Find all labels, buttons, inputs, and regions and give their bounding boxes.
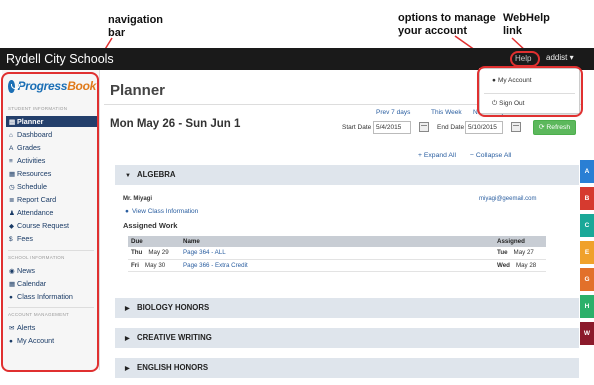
refresh-label: Refresh xyxy=(546,124,571,131)
grade-tab-w[interactable]: W xyxy=(580,322,594,345)
class-name: CREATIVE WRITING xyxy=(137,333,212,342)
callout-text: link xyxy=(503,25,522,37)
assigned-date: May 27 xyxy=(513,249,534,257)
calendar-icon[interactable] xyxy=(419,122,429,132)
column-header-assigned: Assigned xyxy=(494,236,546,247)
callout-text: options to manage xyxy=(398,12,496,24)
class-name: BIOLOGY HONORS xyxy=(137,303,210,312)
callout-navigation-bar: navigation bar xyxy=(108,14,163,40)
annotation-box-navigation xyxy=(1,72,99,372)
class-header-creative-writing[interactable]: ▶ CREATIVE WRITING xyxy=(115,328,579,348)
annotation-box-help xyxy=(510,51,540,67)
column-header-name: Name xyxy=(180,236,494,247)
chevron-down-icon: ▼ xyxy=(125,173,131,179)
page-title: Planner xyxy=(110,82,166,99)
callout-account-options: options to manage your account xyxy=(398,12,496,38)
due-date: May 29 xyxy=(148,249,169,257)
class-header-english-honors[interactable]: ▶ ENGLISH HONORS xyxy=(115,358,579,378)
chevron-right-icon: ▶ xyxy=(125,306,130,312)
annotation-box-account xyxy=(477,66,583,117)
due-cell: Thu May 29 xyxy=(128,247,180,260)
prev-7-days-link[interactable]: Prev 7 days xyxy=(376,109,410,116)
callout-webhelp: WebHelp link xyxy=(503,12,550,38)
expand-all-link[interactable]: + Expand All xyxy=(418,152,456,159)
assigned-day: Tue xyxy=(497,249,508,257)
assignment-link[interactable]: Page 364 - ALL xyxy=(180,247,494,260)
callout-text: bar xyxy=(108,27,126,39)
district-name: Rydell City Schools xyxy=(6,52,114,66)
this-week-link[interactable]: This Week xyxy=(431,109,462,116)
due-cell: Fri May 30 xyxy=(128,259,180,272)
grade-tab-g[interactable]: G xyxy=(580,268,594,291)
account-menu-toggle[interactable]: addist ▾ xyxy=(546,53,574,62)
grade-tab-a[interactable]: A xyxy=(580,160,594,183)
assigned-date: May 28 xyxy=(515,261,537,269)
due-day: Fri xyxy=(131,261,139,269)
grade-tab-e[interactable]: E xyxy=(580,241,594,264)
column-header-due: Due xyxy=(128,236,180,247)
grade-tab-h[interactable]: H xyxy=(580,295,594,318)
grade-tab-c[interactable]: C xyxy=(580,214,594,237)
due-day: Thu xyxy=(131,249,143,257)
date-range: Mon May 26 - Sun Jun 1 xyxy=(110,118,241,130)
callout-text: WebHelp xyxy=(503,12,550,24)
grade-tab-b[interactable]: B xyxy=(580,187,594,210)
view-class-information-link[interactable]: ● View Class Information xyxy=(125,208,198,215)
class-name: ALGEBRA xyxy=(137,170,176,179)
assigned-day: Wed xyxy=(497,261,510,269)
start-date-label: Start Date xyxy=(342,124,372,131)
chevron-right-icon: ▶ xyxy=(125,336,130,342)
callout-text: your account xyxy=(398,25,468,37)
assigned-cell: Wed May 28 xyxy=(494,259,546,272)
class-header-algebra[interactable]: ▼ ALGEBRA xyxy=(115,165,579,185)
assignment-link[interactable]: Page 366 - Extra Credit xyxy=(180,259,494,272)
planner-main: Planner Mon May 26 - Sun Jun 1 Prev 7 da… xyxy=(101,70,584,385)
due-date: May 30 xyxy=(144,261,166,269)
assigned-cell: Tue May 27 xyxy=(494,247,546,260)
assigned-work-table: Due Name Assigned Thu May 29 Page 364 - A… xyxy=(128,236,546,272)
assigned-work-heading: Assigned Work xyxy=(123,221,178,230)
callout-text: navigation xyxy=(108,14,164,26)
calendar-icon[interactable] xyxy=(511,122,521,132)
refresh-button[interactable]: ⟳ Refresh xyxy=(533,120,576,135)
chevron-right-icon: ▶ xyxy=(125,366,130,372)
table-row: Fri May 30 Page 366 - Extra Credit Wed May… xyxy=(128,259,546,272)
table-row: Thu May 29 Page 364 - ALL Tue May 27 xyxy=(128,247,546,260)
teacher-name: Mr. Miyagi xyxy=(123,196,153,202)
chat-icon: ● xyxy=(125,208,129,215)
collapse-all-link[interactable]: − Collapse All xyxy=(470,152,511,159)
end-date-input[interactable] xyxy=(465,121,503,134)
class-name: ENGLISH HONORS xyxy=(137,363,209,372)
end-date-label: End Date xyxy=(437,124,465,131)
teacher-email-link[interactable]: miyagi@geemail.com xyxy=(479,196,536,202)
class-header-biology-honors[interactable]: ▶ BIOLOGY HONORS xyxy=(115,298,579,318)
link-label: View Class Information xyxy=(131,208,199,215)
start-date-input[interactable] xyxy=(373,121,411,134)
table-header-row: Due Name Assigned xyxy=(128,236,546,247)
